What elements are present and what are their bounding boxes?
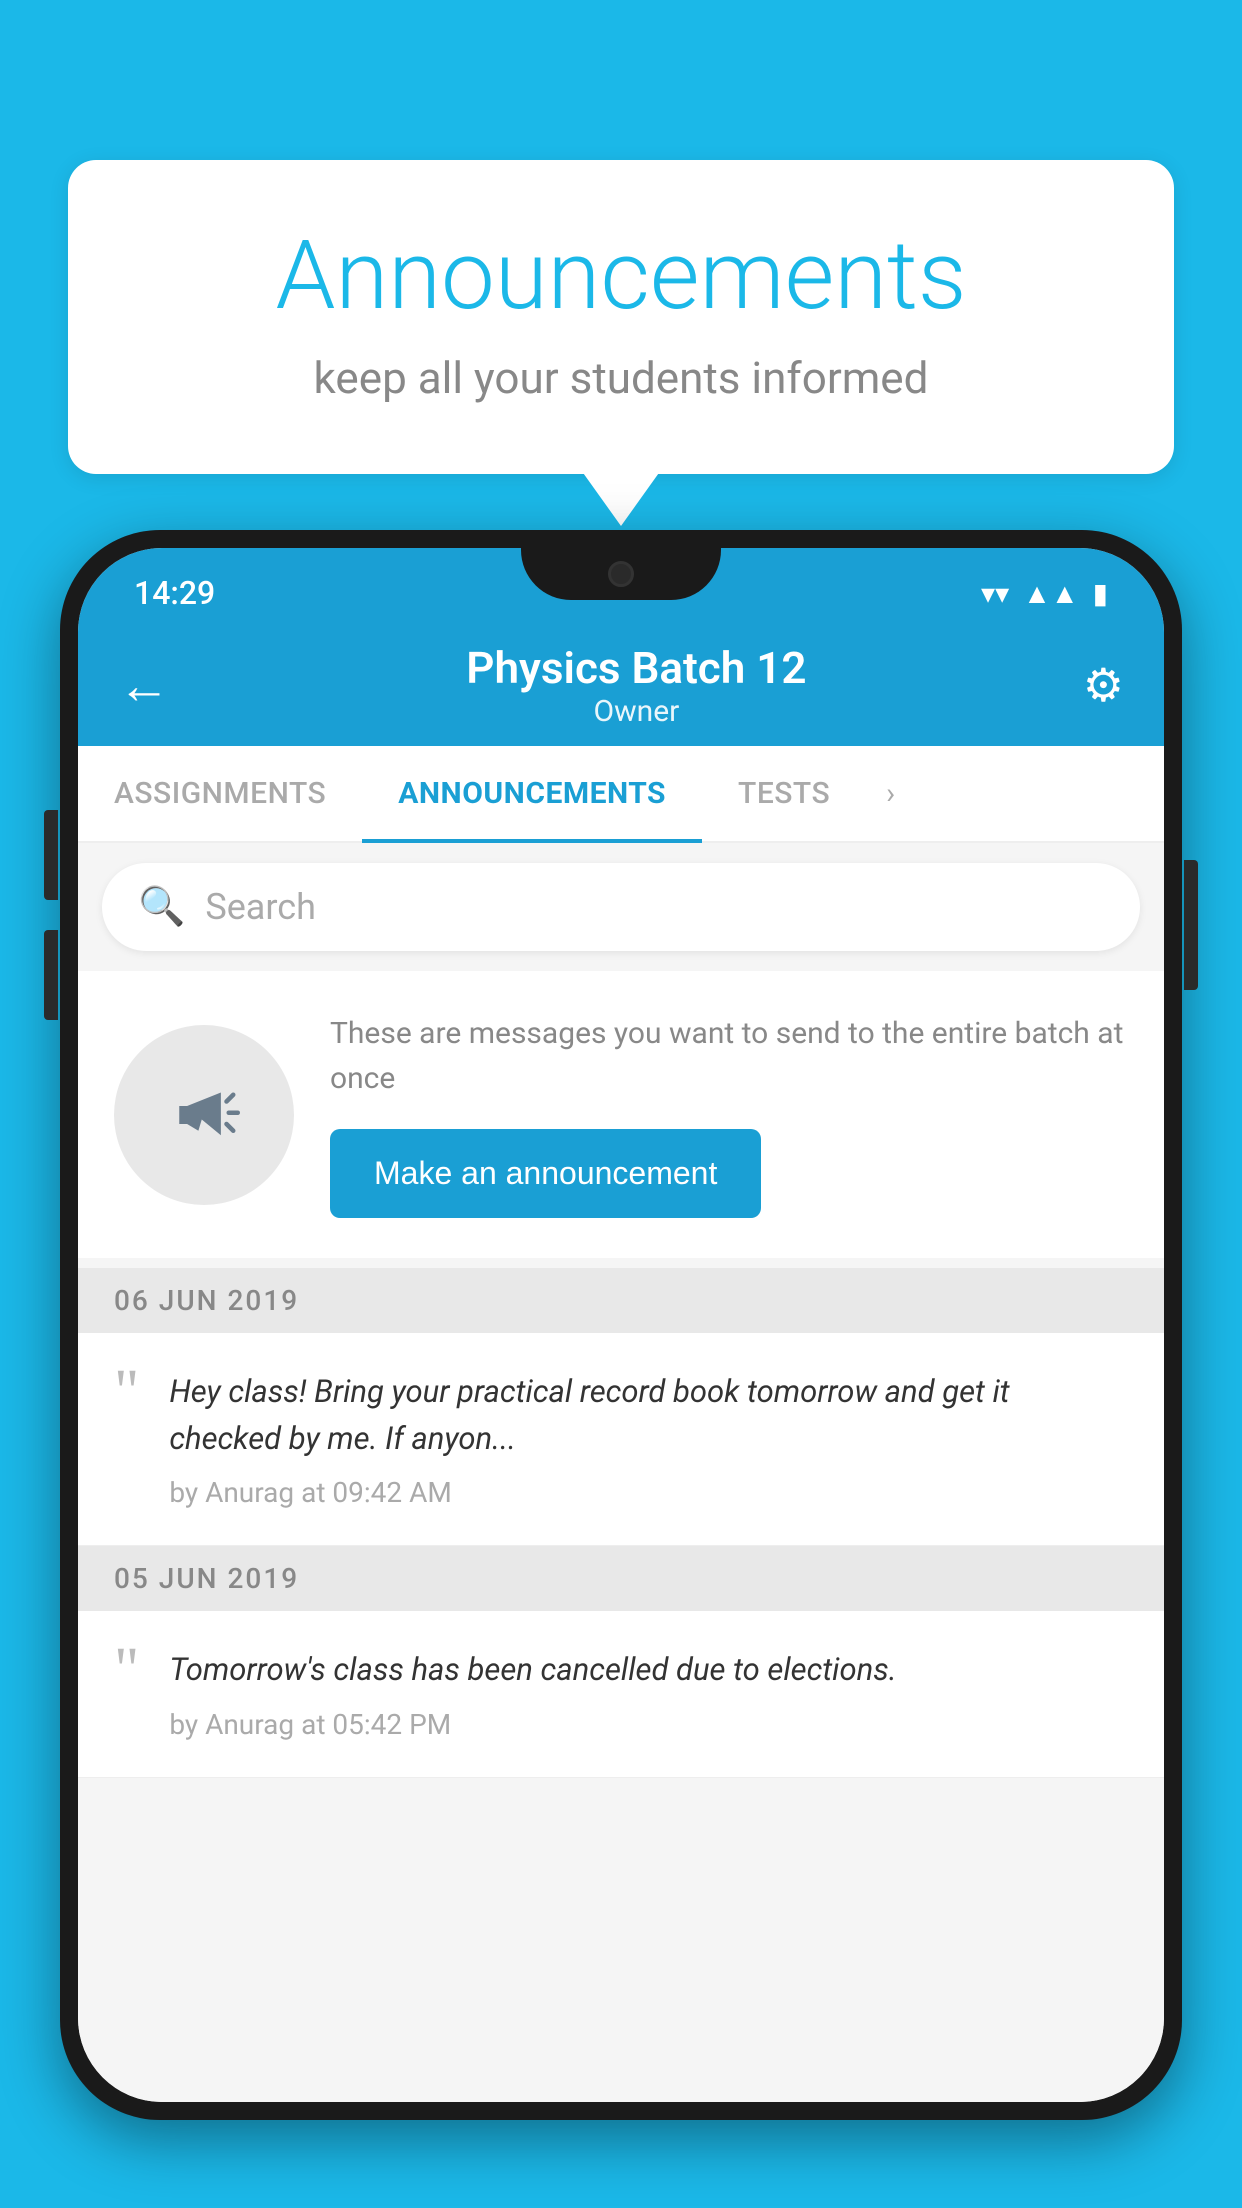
status-time: 14:29 — [134, 574, 215, 612]
tab-assignments[interactable]: ASSIGNMENTS — [78, 746, 362, 841]
tab-tests[interactable]: TESTS — [702, 746, 866, 841]
date-divider-2: 05 JUN 2019 — [78, 1546, 1164, 1611]
search-placeholder: Search — [205, 886, 316, 928]
battery-icon: ▮ — [1093, 577, 1108, 610]
megaphone-circle — [114, 1025, 294, 1205]
announcement-content-1: Hey class! Bring your practical record b… — [169, 1369, 1128, 1509]
phone-notch — [521, 548, 721, 600]
announcement-meta-1: by Anurag at 09:42 AM — [169, 1476, 1128, 1509]
quote-icon: " — [114, 1361, 139, 1423]
app-bar-subtitle: Owner — [190, 694, 1083, 729]
tab-announcements[interactable]: ANNOUNCEMENTS — [362, 746, 702, 841]
search-icon: 🔍 — [138, 885, 185, 929]
app-bar: ← Physics Batch 12 Owner ⚙ — [78, 624, 1164, 746]
volume-down-button[interactable] — [44, 930, 58, 1020]
phone-screen: 14:29 ▾▾ ▲▲ ▮ ← Physics Batch 12 Owner ⚙… — [78, 548, 1164, 2102]
announcement-text-2: Tomorrow's class has been cancelled due … — [169, 1647, 1128, 1694]
speech-bubble: Announcements keep all your students inf… — [68, 160, 1174, 474]
quote-icon-2: " — [114, 1639, 139, 1701]
search-container[interactable]: 🔍 Search — [102, 863, 1140, 951]
phone-frame: 14:29 ▾▾ ▲▲ ▮ ← Physics Batch 12 Owner ⚙… — [60, 530, 1182, 2120]
app-bar-title-container: Physics Batch 12 Owner — [190, 642, 1083, 729]
announcement-prompt: These are messages you want to send to t… — [78, 971, 1164, 1258]
make-announcement-button[interactable]: Make an announcement — [330, 1129, 761, 1218]
content-area: 🔍 Search These are messages yo — [78, 843, 1164, 2102]
announcement-item-2: " Tomorrow's class has been cancelled du… — [78, 1611, 1164, 1778]
speech-bubble-subtitle: keep all your students informed — [148, 352, 1094, 404]
signal-icon: ▲▲ — [1023, 577, 1078, 610]
back-button[interactable]: ← — [118, 655, 170, 716]
front-camera — [608, 561, 634, 587]
status-icons: ▾▾ ▲▲ ▮ — [981, 577, 1108, 610]
tabs-bar: ASSIGNMENTS ANNOUNCEMENTS TESTS › — [78, 746, 1164, 843]
settings-icon[interactable]: ⚙ — [1083, 658, 1124, 713]
announcement-meta-2: by Anurag at 05:42 PM — [169, 1708, 1128, 1741]
power-button[interactable] — [1184, 860, 1198, 990]
volume-up-button[interactable] — [44, 810, 58, 900]
wifi-icon: ▾▾ — [981, 577, 1009, 610]
megaphone-icon — [159, 1070, 249, 1160]
announcement-text-1: Hey class! Bring your practical record b… — [169, 1369, 1128, 1462]
prompt-description: These are messages you want to send to t… — [330, 1011, 1128, 1101]
app-bar-title: Physics Batch 12 — [190, 642, 1083, 694]
announcement-item-1: " Hey class! Bring your practical record… — [78, 1333, 1164, 1546]
prompt-right: These are messages you want to send to t… — [330, 1011, 1128, 1218]
speech-bubble-title: Announcements — [148, 220, 1094, 332]
date-divider-1: 06 JUN 2019 — [78, 1268, 1164, 1333]
speech-bubble-container: Announcements keep all your students inf… — [68, 160, 1174, 474]
phone-outer: 14:29 ▾▾ ▲▲ ▮ ← Physics Batch 12 Owner ⚙… — [60, 530, 1182, 2208]
tab-more[interactable]: › — [866, 746, 915, 841]
announcement-content-2: Tomorrow's class has been cancelled due … — [169, 1647, 1128, 1741]
